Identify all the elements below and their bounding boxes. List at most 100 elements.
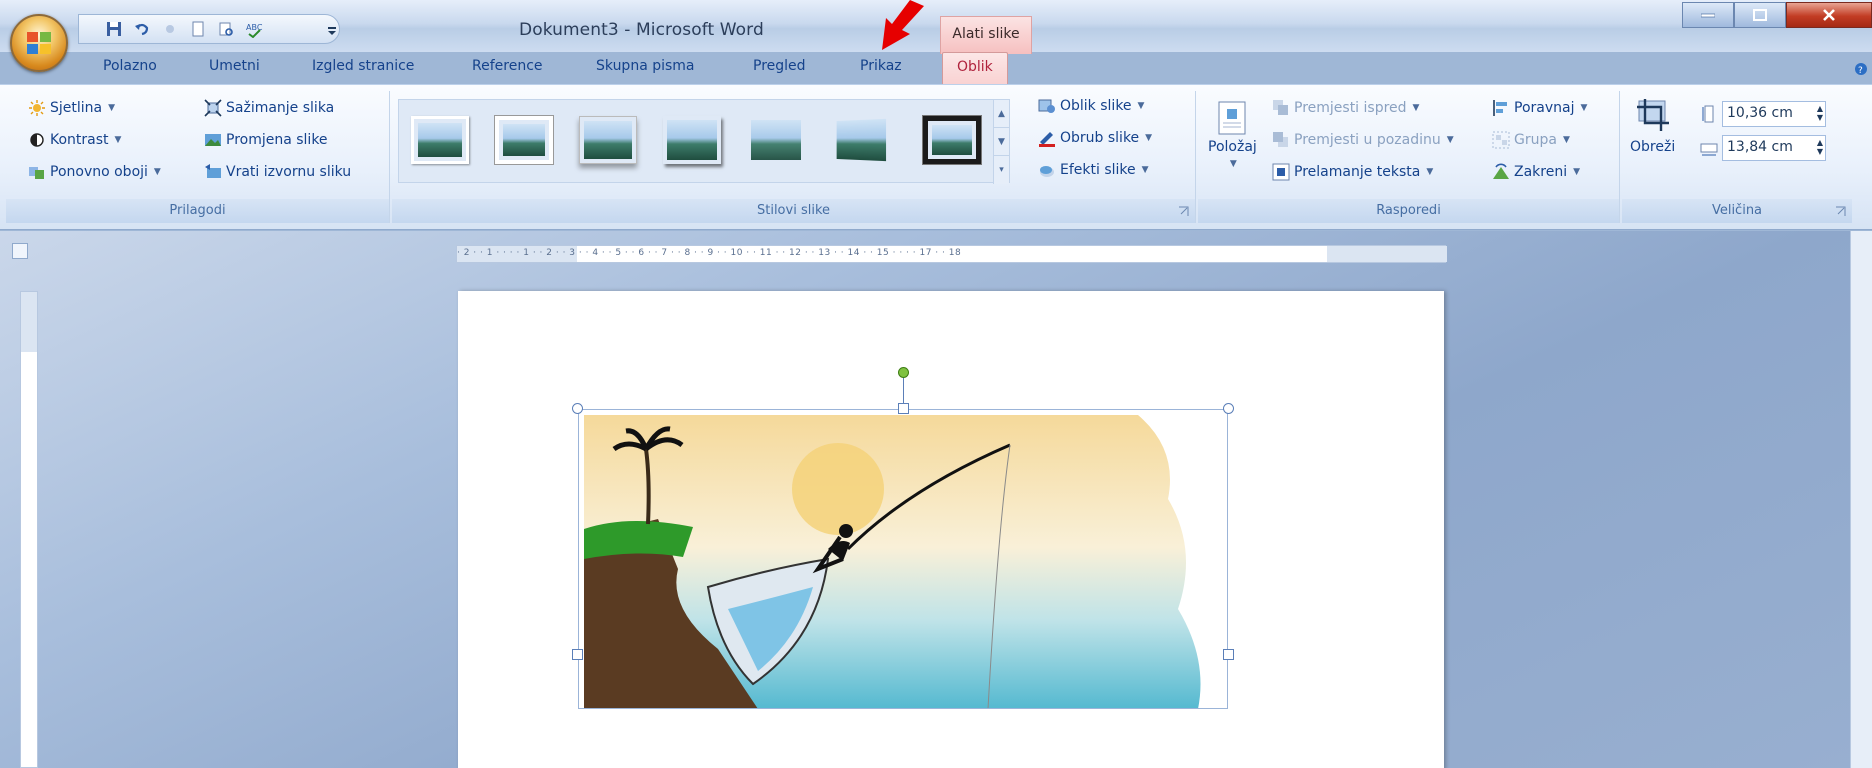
zakreni-button[interactable]: Zakreni ▼ xyxy=(1492,163,1580,181)
group-velicina: Obreži 10,36 cm ▲ ▼ 13,84 cm ▲ ▼ Veličina xyxy=(1622,91,1852,223)
sazimanje-slika-button[interactable]: Sažimanje slika xyxy=(204,99,334,117)
tab-pregled[interactable]: Pregled xyxy=(753,58,806,74)
gallery-scroll-down[interactable]: ▼ xyxy=(994,128,1009,156)
poravnaj-label: Poravnaj xyxy=(1514,100,1575,116)
redo-icon[interactable] xyxy=(161,20,179,38)
print-preview-icon[interactable] xyxy=(217,20,235,38)
style-thumbnail[interactable] xyxy=(495,116,553,164)
style-thumbnail[interactable] xyxy=(833,114,890,165)
height-icon xyxy=(1702,105,1714,123)
position-icon xyxy=(1218,101,1246,135)
dialog-launcher-icon[interactable] xyxy=(1835,206,1846,217)
sjetlina-dropdown-icon: ▼ xyxy=(108,103,116,113)
tab-izgled-stranice[interactable]: Izgled stranice xyxy=(312,58,414,74)
prelamanje-teksta-button[interactable]: Prelamanje teksta ▼ xyxy=(1272,163,1433,181)
window-controls xyxy=(1682,2,1872,28)
efekti-slike-button[interactable]: Efekti slike ▼ xyxy=(1038,161,1149,179)
help-icon[interactable]: ? xyxy=(1854,62,1868,76)
close-button[interactable] xyxy=(1786,2,1872,28)
resize-handle-top[interactable] xyxy=(898,403,909,414)
grupa-label: Grupa xyxy=(1514,132,1557,148)
minimize-button[interactable] xyxy=(1682,2,1734,28)
premjesti-ispred-button[interactable]: Premjesti ispred ▼ xyxy=(1272,99,1419,117)
prilagodi-group-label: Prilagodi xyxy=(6,199,389,223)
dialog-launcher-icon[interactable] xyxy=(1178,206,1189,217)
tab-skupna-pisma[interactable]: Skupna pisma xyxy=(596,58,695,74)
thumbnail-picture xyxy=(667,120,717,160)
spelling-icon[interactable]: ABC xyxy=(245,20,263,38)
polozaj-button[interactable]: Položaj ▼ xyxy=(1208,101,1257,169)
ponovno-oboji-button[interactable]: Ponovno oboji ▼ xyxy=(28,163,161,181)
resize-handle-right[interactable] xyxy=(1223,649,1234,660)
kontrast-dropdown-icon: ▼ xyxy=(114,135,122,145)
compress-icon xyxy=(204,99,222,117)
poravnaj-dropdown-icon: ▼ xyxy=(1580,103,1588,113)
promjena-slike-label: Promjena slike xyxy=(226,132,328,148)
style-thumbnail[interactable] xyxy=(579,116,637,164)
sjetlina-button[interactable]: Sjetlina ▼ xyxy=(28,99,115,117)
rotation-handle[interactable] xyxy=(898,367,909,378)
qat-customize-icon[interactable] xyxy=(322,16,342,42)
style-thumbnail[interactable] xyxy=(411,116,469,164)
style-thumbnail[interactable] xyxy=(663,116,721,164)
gallery-scroll-up[interactable]: ▲ xyxy=(994,100,1009,128)
tab-polazno[interactable]: Polazno xyxy=(103,58,157,74)
gallery-more[interactable]: ▾ xyxy=(994,156,1009,184)
undo-icon[interactable] xyxy=(133,20,151,38)
new-document-icon[interactable] xyxy=(189,20,207,38)
tab-prikaz[interactable]: Prikaz xyxy=(860,58,902,74)
picture-border-icon xyxy=(1039,132,1055,147)
vrati-izvornu-sliku-label: Vrati izvornu sliku xyxy=(226,164,352,180)
vertical-ruler[interactable] xyxy=(20,291,38,768)
ruler-ticks: · 2 · · 1 · · · · 1 · · 2 · · 3 · · 4 · … xyxy=(457,248,962,258)
save-icon[interactable] xyxy=(105,20,123,38)
vertical-scrollbar[interactable] xyxy=(1850,231,1872,768)
polozaj-dropdown-icon: ▼ xyxy=(1229,159,1237,169)
office-button[interactable] xyxy=(10,14,68,72)
horizontal-ruler[interactable]: · 2 · · 1 · · · · 1 · · 2 · · 3 · · 4 · … xyxy=(456,245,1447,263)
tab-selector-icon[interactable] xyxy=(12,243,28,259)
maximize-button[interactable] xyxy=(1734,2,1786,28)
tab-umetni[interactable]: Umetni xyxy=(209,58,260,74)
style-thumbnail-selected[interactable] xyxy=(923,116,981,164)
style-thumbnail[interactable] xyxy=(747,116,805,164)
resize-handle-top-right[interactable] xyxy=(1223,403,1234,414)
efekti-slike-dropdown-icon: ▼ xyxy=(1141,165,1149,175)
premjesti-u-pozadinu-button[interactable]: Premjesti u pozadinu ▼ xyxy=(1272,131,1454,149)
resize-handle-top-left[interactable] xyxy=(572,403,583,414)
svg-text:?: ? xyxy=(1858,66,1863,76)
width-spin-arrows[interactable]: ▲ ▼ xyxy=(1817,138,1823,156)
obrub-slike-button[interactable]: Obrub slike ▼ xyxy=(1038,129,1152,147)
velicina-group-label: Veličina xyxy=(1622,199,1852,223)
contrast-icon xyxy=(30,133,44,147)
tab-oblik[interactable]: Oblik xyxy=(942,52,1008,84)
premjesti-ispred-label: Premjesti ispred xyxy=(1294,100,1407,116)
obrezi-button[interactable]: Obreži xyxy=(1630,97,1675,155)
prelamanje-teksta-dropdown-icon: ▼ xyxy=(1426,167,1434,177)
grupa-button[interactable]: Grupa ▼ xyxy=(1492,131,1570,149)
poravnaj-button[interactable]: Poravnaj ▼ xyxy=(1492,99,1587,117)
premjesti-ispred-dropdown-icon: ▼ xyxy=(1412,103,1420,113)
vruler-margin xyxy=(21,292,37,352)
picture-tools-header: Alati slike xyxy=(940,16,1032,54)
picture-effects-icon xyxy=(1040,166,1054,177)
tab-reference[interactable]: Reference xyxy=(472,58,543,74)
grupa-dropdown-icon: ▼ xyxy=(1562,135,1570,145)
title-bar: ABC Dokument3 - Microsoft Word Alati sli… xyxy=(0,0,1872,72)
kontrast-label: Kontrast xyxy=(50,132,109,148)
recolor-icon xyxy=(29,167,44,179)
selected-picture[interactable] xyxy=(572,367,1234,710)
oblik-slike-button[interactable]: Oblik slike ▼ xyxy=(1038,97,1144,115)
zakreni-dropdown-icon: ▼ xyxy=(1573,167,1581,177)
vrati-izvornu-sliku-button[interactable]: Vrati izvornu sliku xyxy=(204,163,351,181)
promjena-slike-button[interactable]: Promjena slike xyxy=(204,131,328,149)
height-spinner[interactable]: 10,36 cm ▲ ▼ xyxy=(1722,101,1826,127)
efekti-slike-label: Efekti slike xyxy=(1060,162,1136,178)
document-page[interactable] xyxy=(458,291,1444,768)
kontrast-button[interactable]: Kontrast ▼ xyxy=(28,131,121,149)
group-icon xyxy=(1492,131,1510,149)
width-icon xyxy=(1700,143,1718,156)
height-spin-arrows[interactable]: ▲ ▼ xyxy=(1817,104,1823,122)
resize-handle-left[interactable] xyxy=(572,649,583,660)
width-spinner[interactable]: 13,84 cm ▲ ▼ xyxy=(1722,135,1826,161)
